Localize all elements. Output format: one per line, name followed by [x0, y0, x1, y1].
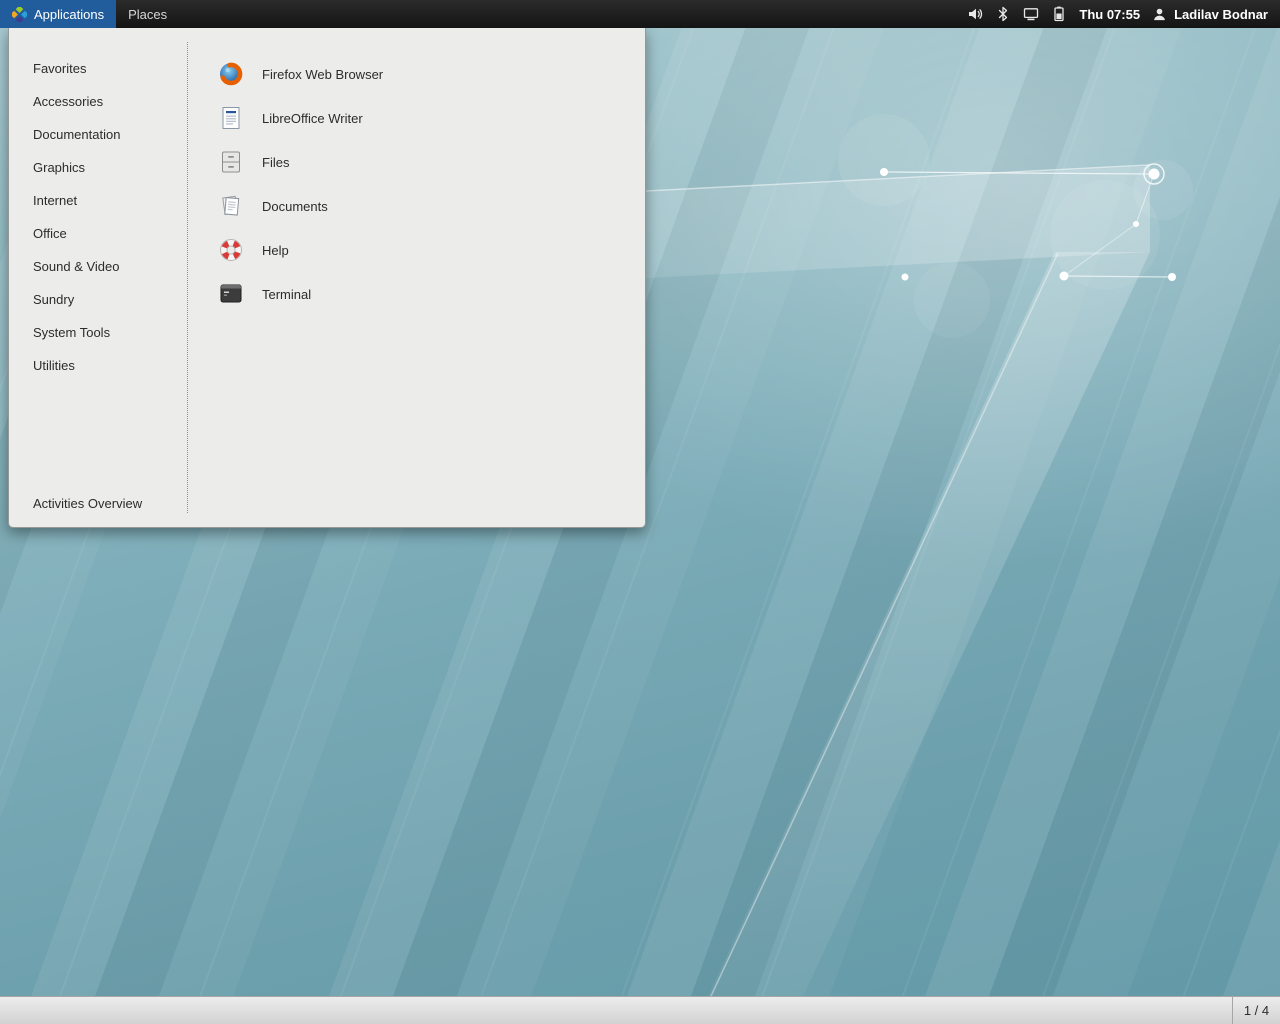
places-menu-label: Places [128, 7, 167, 22]
bottom-window-list-bar: 1 / 4 [0, 996, 1280, 1024]
app-label: Firefox Web Browser [262, 67, 383, 82]
category-favorites[interactable]: Favorites [9, 52, 187, 85]
app-label: Documents [262, 199, 328, 214]
app-item-files[interactable]: Files [188, 140, 639, 184]
user-menu[interactable]: Ladilav Bodnar [1152, 7, 1268, 22]
bluetooth-icon[interactable] [995, 6, 1011, 22]
app-item-libreoffice-writer[interactable]: LibreOffice Writer [188, 96, 639, 140]
distro-logo-icon [12, 7, 27, 22]
volume-icon[interactable] [967, 6, 983, 22]
activities-overview-button[interactable]: Activities Overview [33, 496, 142, 511]
app-item-documents[interactable]: Documents [188, 184, 639, 228]
documents-icon [218, 193, 244, 219]
app-item-firefox[interactable]: Firefox Web Browser [188, 52, 639, 96]
workspace-indicator[interactable]: 1 / 4 [1232, 997, 1280, 1024]
app-label: Files [262, 155, 289, 170]
system-status-area: Thu 07:55 Ladilav Bodnar [967, 0, 1280, 28]
clock[interactable]: Thu 07:55 [1079, 7, 1140, 22]
help-icon [218, 237, 244, 263]
top-bar: Applications Places [0, 0, 1280, 28]
display-icon[interactable] [1023, 6, 1039, 22]
category-graphics[interactable]: Graphics [9, 151, 187, 184]
category-internet[interactable]: Internet [9, 184, 187, 217]
app-list: Firefox Web Browser LibreOffice Writer [188, 52, 639, 316]
applications-menu-button[interactable]: Applications [0, 0, 116, 28]
app-label: Terminal [262, 287, 311, 302]
firefox-icon [218, 61, 244, 87]
user-name: Ladilav Bodnar [1174, 7, 1268, 22]
terminal-icon [218, 281, 244, 307]
battery-icon[interactable] [1051, 6, 1067, 22]
files-icon [218, 149, 244, 175]
user-icon [1152, 7, 1167, 22]
category-sundry[interactable]: Sundry [9, 283, 187, 316]
category-system-tools[interactable]: System Tools [9, 316, 187, 349]
app-item-terminal[interactable]: Terminal [188, 272, 639, 316]
category-documentation[interactable]: Documentation [9, 118, 187, 151]
applications-menu-panel: Favorites Accessories Documentation Grap… [8, 28, 646, 528]
places-menu-button[interactable]: Places [116, 0, 179, 28]
category-accessories[interactable]: Accessories [9, 85, 187, 118]
app-label: LibreOffice Writer [262, 111, 363, 126]
category-sound-video[interactable]: Sound & Video [9, 250, 187, 283]
category-office[interactable]: Office [9, 217, 187, 250]
libreoffice-writer-icon [218, 105, 244, 131]
category-utilities[interactable]: Utilities [9, 349, 187, 382]
category-list: Favorites Accessories Documentation Grap… [9, 52, 187, 382]
applications-menu-label: Applications [34, 7, 104, 22]
app-label: Help [262, 243, 289, 258]
app-item-help[interactable]: Help [188, 228, 639, 272]
